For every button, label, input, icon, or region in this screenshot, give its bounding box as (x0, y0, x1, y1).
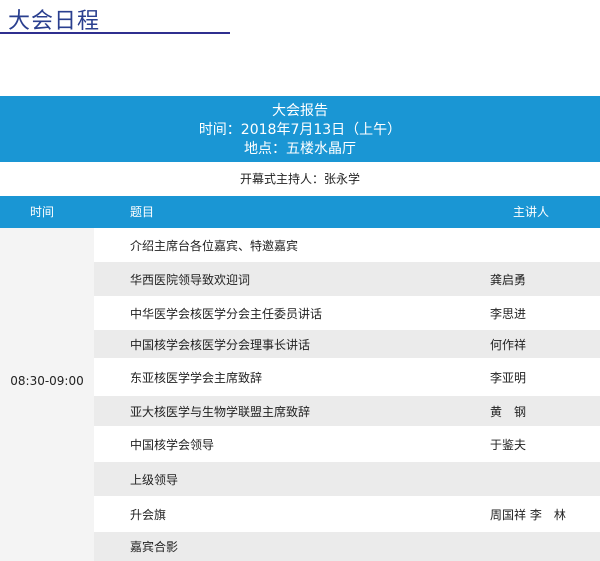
session-location: 地点：五楼水晶厅 (244, 141, 356, 157)
session-banner: 大会报告 时间：2018年7月13日（上午） 地点：五楼水晶厅 (0, 96, 600, 162)
table-row: 嘉宾合影 (94, 532, 600, 561)
header-time: 时间 (30, 205, 55, 219)
row-topic: 华西医院领导致欢迎词 (130, 272, 251, 287)
row-speaker: 何作祥 (490, 337, 527, 352)
header-speaker: 主讲人 (513, 205, 550, 219)
page-title: 大会日程 (8, 9, 101, 34)
opening-host: 开幕式主持人：张永学 (239, 172, 360, 186)
session-name: 大会报告 (272, 103, 328, 119)
row-topic: 介绍主席台各位嘉宾、特邀嘉宾 (130, 238, 299, 253)
table-row: 上级领导 (94, 462, 600, 496)
table-row: 介绍主席台各位嘉宾、特邀嘉宾 (94, 228, 600, 262)
table-row: 华西医院领导致欢迎词 龚启勇 (94, 262, 600, 296)
row-speaker: 周国祥 李 林 (490, 507, 566, 522)
row-speaker: 李思进 (490, 306, 527, 321)
row-topic: 中华医学会核医学分会主任委员讲话 (130, 306, 323, 321)
row-topic: 上级领导 (130, 472, 179, 487)
row-speaker: 黄 钢 (490, 404, 527, 419)
row-topic: 中国核学会核医学分会理事长讲话 (130, 337, 311, 352)
table-row: 中华医学会核医学分会主任委员讲话 李思进 (94, 296, 600, 330)
row-speaker: 李亚明 (490, 370, 527, 385)
row-speaker: 龚启勇 (490, 272, 527, 287)
title-underline (0, 32, 230, 34)
session-time: 时间：2018年7月13日（上午） (198, 122, 402, 138)
row-topic: 中国核学会领导 (130, 437, 215, 452)
agenda-rows: 介绍主席台各位嘉宾、特邀嘉宾 华西医院领导致欢迎词 龚启勇 中华医学会核医学分会… (94, 228, 600, 561)
time-slot: 08:30-09:00 (10, 373, 84, 388)
table-row: 升会旗 周国祥 李 林 (94, 496, 600, 532)
row-topic: 亚大核医学与生物学联盟主席致辞 (130, 404, 311, 419)
row-topic: 升会旗 (130, 507, 167, 522)
row-topic: 嘉宾合影 (130, 540, 179, 554)
table-row: 中国核学会核医学分会理事长讲话 何作祥 (94, 330, 600, 358)
table-row: 东亚核医学学会主席致辞 李亚明 (94, 358, 600, 396)
table-row: 亚大核医学与生物学联盟主席致辞 黄 钢 (94, 396, 600, 426)
row-topic: 东亚核医学学会主席致辞 (130, 370, 263, 385)
table-row: 中国核学会领导 于鉴夫 (94, 426, 600, 462)
table-header: 时间 题目 主讲人 (0, 196, 600, 228)
header-topic: 题目 (130, 205, 155, 219)
row-speaker: 于鉴夫 (490, 437, 527, 452)
